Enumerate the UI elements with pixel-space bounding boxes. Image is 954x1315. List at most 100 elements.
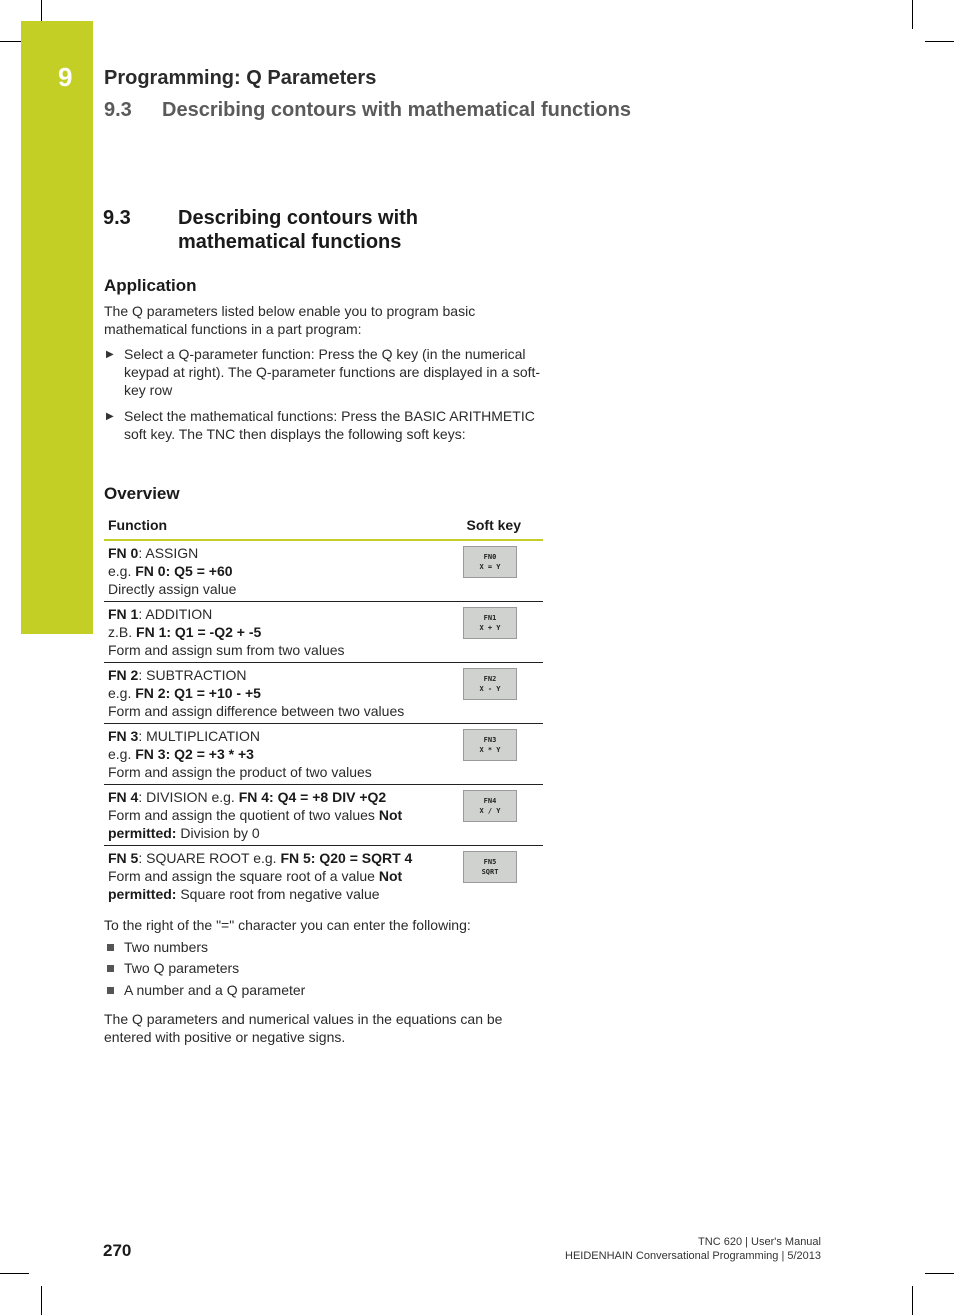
softkey-cell: FN4 X / Y xyxy=(455,784,543,846)
fn-description: Directly assign value xyxy=(108,581,237,597)
softkey-label-bottom: X - Y xyxy=(479,685,501,693)
not-permitted-text: Square root from negative value xyxy=(176,886,380,902)
table-row: FN 1: ADDITION z.B. FN 1: Q1 = -Q2 + -5 Fo… xyxy=(104,601,543,663)
fn-code: FN 5 xyxy=(108,850,139,866)
footer: TNC 620 | User's Manual HEIDENHAIN Conve… xyxy=(565,1235,821,1263)
running-header-chapter: Programming: Q Parameters xyxy=(104,67,377,89)
fn-description: Form and assign the square root of a val… xyxy=(108,868,379,884)
section-number: 9.3 xyxy=(103,207,131,229)
crop-mark xyxy=(925,1273,954,1274)
softkey-label-top: FN1 xyxy=(483,614,497,622)
fn-name: : SQUARE ROOT e.g. xyxy=(138,850,281,866)
fn-description: Form and assign the product of two value… xyxy=(108,764,372,780)
closing-paragraph: The Q parameters and numerical values in… xyxy=(104,1011,503,1045)
fn-code: FN 2 xyxy=(108,667,139,683)
step-text: Select a Q-parameter function: Press the… xyxy=(124,346,541,398)
softkey-cell: FN1 X + Y xyxy=(455,601,543,663)
arrow-right-icon: ▶ xyxy=(106,349,114,360)
eg-prefix: e.g. xyxy=(108,685,136,701)
crop-mark xyxy=(0,1273,29,1274)
running-header-section-title: Describing contours with mathematical fu… xyxy=(162,99,631,121)
crop-mark xyxy=(912,0,913,29)
running-header-section: 9.3 Describing contours with mathematical… xyxy=(104,99,631,122)
right-of-equals-intro: To the right of the "=" character you ca… xyxy=(104,917,471,933)
table-row: FN 3: MULTIPLICATION e.g. FN 3: Q2 = +3 *… xyxy=(104,723,543,785)
fn-code: FN 4 xyxy=(108,789,139,805)
fn-name: : DIVISION e.g. xyxy=(138,789,239,805)
softkey-cell: FN3 X * Y xyxy=(455,723,543,785)
function-cell: FN 0: ASSIGN e.g. FN 0: Q5 = +60 Directly … xyxy=(104,540,455,602)
bullet-square-icon xyxy=(107,965,114,972)
softkey-fn4[interactable]: FN4 X / Y xyxy=(463,790,517,822)
column-header-function: Function xyxy=(104,512,455,541)
crop-mark xyxy=(0,41,21,42)
function-cell: FN 5: SQUARE ROOT e.g. FN 5: Q20 = SQRT … xyxy=(104,846,455,907)
softkey-label-bottom: X / Y xyxy=(479,807,501,815)
function-cell: FN 4: DIVISION e.g. FN 4: Q4 = +8 DIV +Q… xyxy=(104,784,455,846)
softkey-fn3[interactable]: FN3 X * Y xyxy=(463,729,517,761)
table-row: FN 2: SUBTRACTION e.g. FN 2: Q1 = +10 - +… xyxy=(104,662,543,724)
column-header-softkey: Soft key xyxy=(455,512,543,541)
function-cell: FN 1: ADDITION z.B. FN 1: Q1 = -Q2 + -5 Fo… xyxy=(104,601,455,663)
step-item: ▶ Select the mathematical functions: Pre… xyxy=(104,407,544,443)
table-row: FN 5: SQUARE ROOT e.g. FN 5: Q20 = SQRT … xyxy=(104,846,543,907)
fn-example: FN 1: Q1 = -Q2 + -5 xyxy=(136,624,262,640)
bullet-square-icon xyxy=(107,944,114,951)
softkey-label-top: FN4 xyxy=(483,797,497,805)
fn-description: Form and assign the quotient of two valu… xyxy=(108,807,379,823)
fn-example: FN 0: Q5 = +60 xyxy=(135,563,233,579)
fn-example: FN 5: Q20 = SQRT 4 xyxy=(280,850,413,866)
fn-name: : MULTIPLICATION xyxy=(138,728,260,744)
softkey-fn0[interactable]: FN0 X = Y xyxy=(463,546,517,578)
softkey-label-bottom: X = Y xyxy=(479,563,501,571)
crop-mark xyxy=(912,1286,913,1315)
fn-code: FN 1 xyxy=(108,606,139,622)
fn-name: : SUBTRACTION xyxy=(138,667,247,683)
fn-example: FN 4: Q4 = +8 DIV +Q2 xyxy=(238,789,387,805)
application-intro: The Q parameters listed below enable you… xyxy=(104,303,476,337)
bullet-square-icon xyxy=(107,987,114,994)
application-heading: Application xyxy=(104,276,197,295)
softkey-cell: FN0 X = Y xyxy=(455,540,543,602)
footer-line2: HEIDENHAIN Conversational Programming | … xyxy=(565,1250,821,1262)
softkey-label-top: FN3 xyxy=(483,736,497,744)
list-item: Two Q parameters xyxy=(104,959,239,977)
softkey-label-bottom: X * Y xyxy=(479,746,501,754)
page-number: 270 xyxy=(103,1241,132,1260)
softkey-cell: FN5 SQRT xyxy=(455,846,543,907)
eg-prefix: e.g. xyxy=(108,746,136,762)
overview-heading: Overview xyxy=(104,484,180,503)
table-header-row: Function Soft key xyxy=(104,512,543,541)
overview-table: Function Soft key FN 0: ASSIGN e.g. FN 0:… xyxy=(104,512,543,906)
running-header-section-number: 9.3 xyxy=(104,99,132,121)
softkey-fn1[interactable]: FN1 X + Y xyxy=(463,607,517,639)
fn-name: : ADDITION xyxy=(138,606,213,622)
function-cell: FN 3: MULTIPLICATION e.g. FN 3: Q2 = +3 *… xyxy=(104,723,455,785)
softkey-fn2[interactable]: FN2 X - Y xyxy=(463,668,517,700)
fn-name: : ASSIGN xyxy=(138,545,199,561)
list-item: A number and a Q parameter xyxy=(104,981,305,999)
footer-line1: TNC 620 | User's Manual xyxy=(698,1236,821,1248)
fn-code: FN 3 xyxy=(108,728,139,744)
softkey-label-top: FN5 xyxy=(483,858,497,866)
section-title-line2: mathematical functions xyxy=(178,231,402,253)
not-permitted-text: Division by 0 xyxy=(176,825,260,841)
softkey-label-bottom: X + Y xyxy=(479,624,501,632)
crop-mark xyxy=(41,0,42,21)
list-item: Two numbers xyxy=(104,938,208,956)
step-text: Select the mathematical functions: Press… xyxy=(124,408,535,442)
function-cell: FN 2: SUBTRACTION e.g. FN 2: Q1 = +10 - +… xyxy=(104,662,455,724)
section-title-line1: Describing contours with xyxy=(178,207,419,229)
fn-code: FN 0 xyxy=(108,545,139,561)
softkey-cell: FN2 X - Y xyxy=(455,662,543,724)
chapter-number: 9 xyxy=(58,62,73,92)
table-row: FN 4: DIVISION e.g. FN 4: Q4 = +8 DIV +Q… xyxy=(104,784,543,846)
softkey-fn5[interactable]: FN5 SQRT xyxy=(463,851,517,883)
eg-prefix: e.g. xyxy=(108,563,136,579)
softkey-label-top: FN2 xyxy=(483,675,497,683)
eg-prefix: z.B. xyxy=(108,624,137,640)
fn-example: FN 3: Q2 = +3 * +3 xyxy=(135,746,254,762)
fn-description: Form and assign sum from two values xyxy=(108,642,345,658)
fn-description: Form and assign difference between two v… xyxy=(108,703,405,719)
table-row: FN 0: ASSIGN e.g. FN 0: Q5 = +60 Directly … xyxy=(104,540,543,602)
